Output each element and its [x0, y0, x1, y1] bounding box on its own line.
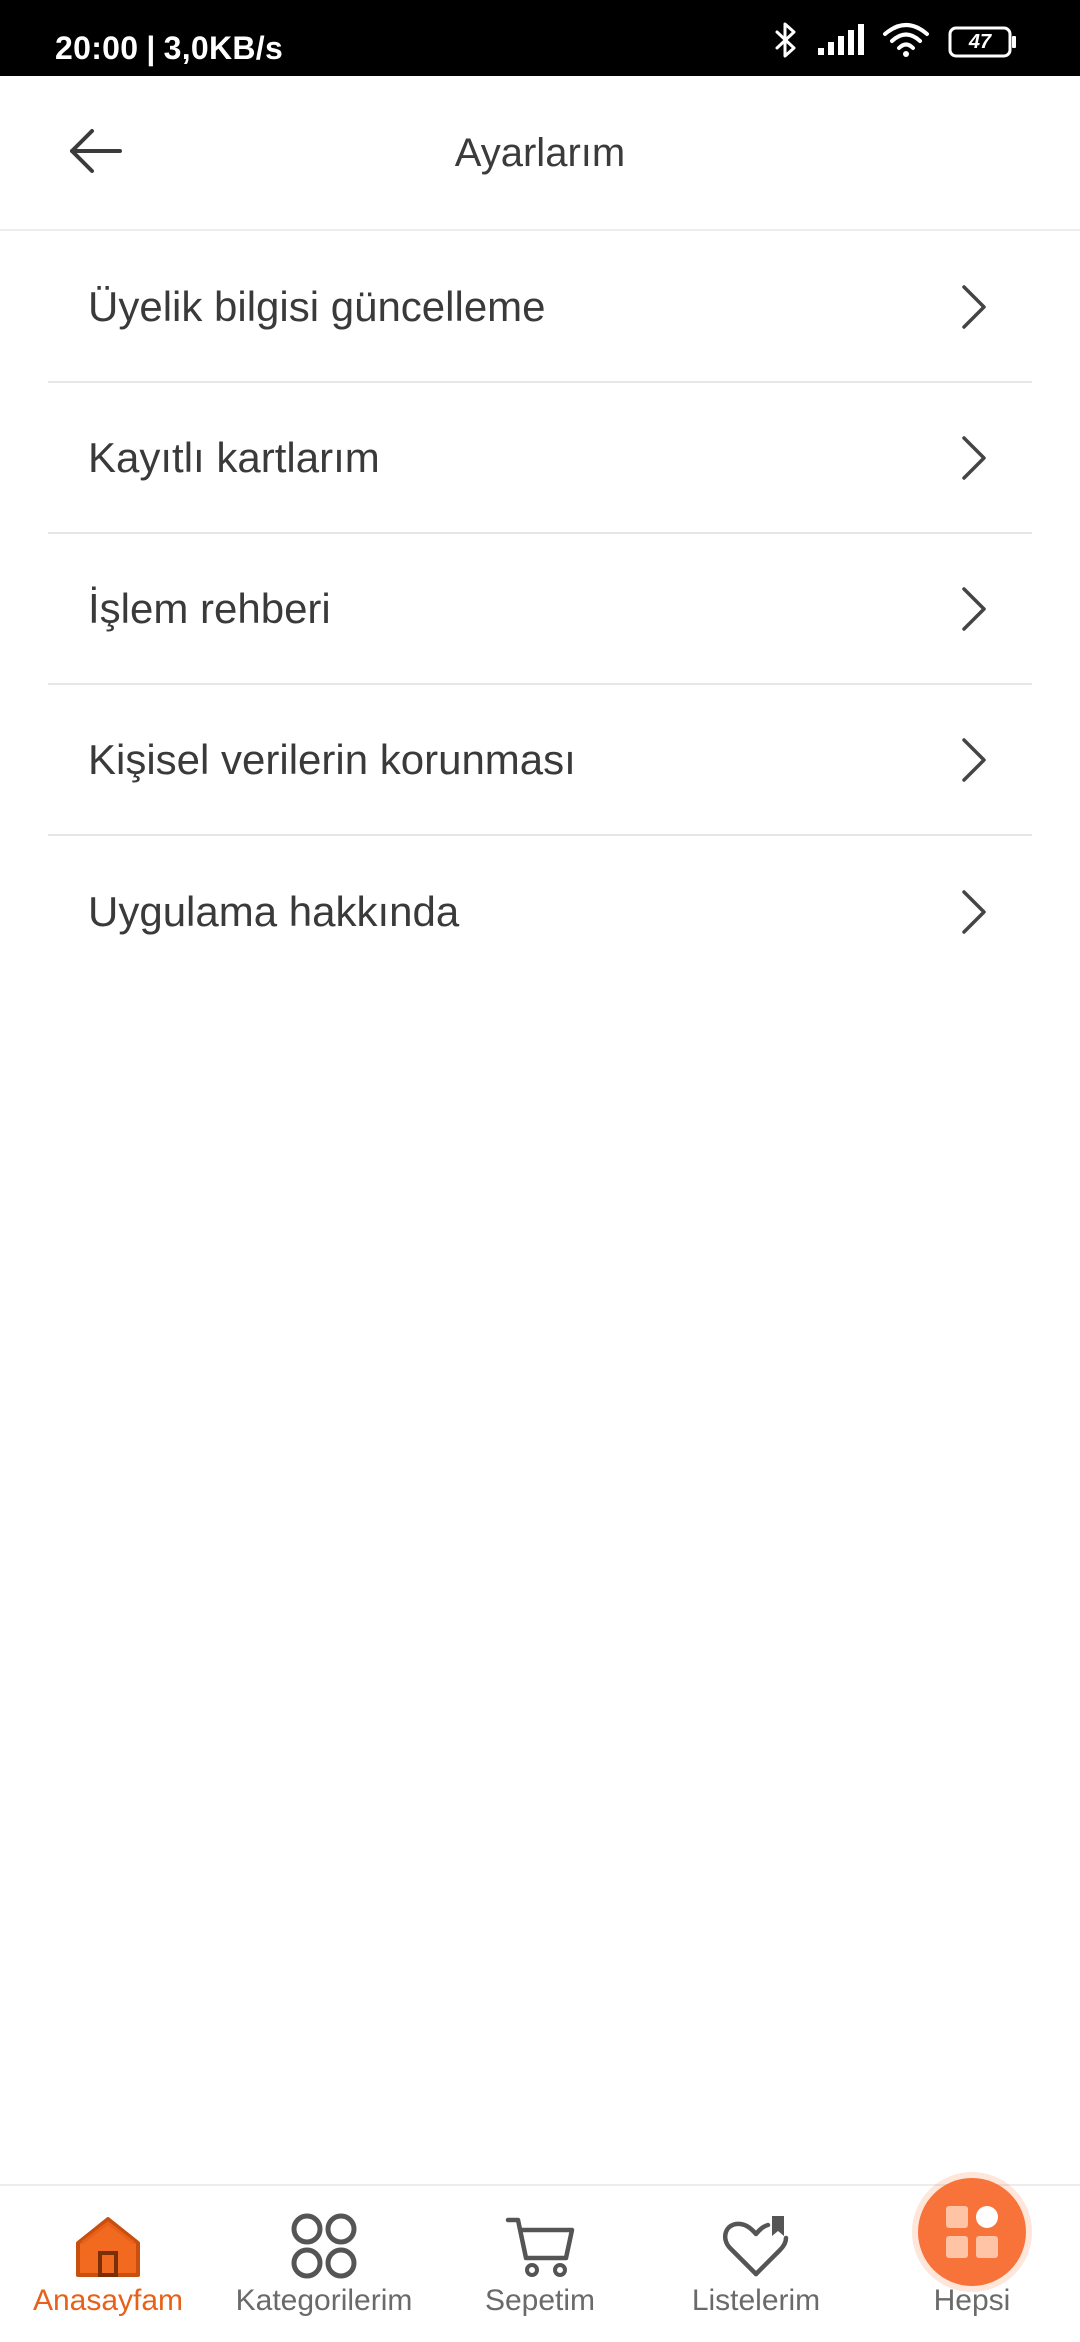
settings-item-saved-cards[interactable]: Kayıtlı kartlarım — [48, 383, 1032, 534]
status-separator: | — [146, 30, 155, 66]
categories-icon — [284, 2206, 364, 2286]
settings-item-label: Üyelik bilgisi güncelleme — [88, 283, 546, 331]
nav-item-cart[interactable]: Sepetim — [432, 2186, 648, 2342]
nav-label: Anasayfam — [0, 2284, 216, 2318]
chevron-right-icon — [958, 888, 988, 936]
network-speed: 3,0KB/s — [164, 30, 284, 66]
wifi-icon — [882, 22, 930, 63]
bluetooth-icon — [774, 21, 798, 64]
heart-list-icon — [716, 2206, 796, 2286]
settings-item-membership[interactable]: Üyelik bilgisi güncelleme — [48, 232, 1032, 383]
nav-label: Sepetim — [432, 2284, 648, 2318]
battery-level: 47 — [948, 26, 1012, 58]
page-title: Ayarlarım — [0, 76, 1080, 231]
back-button[interactable] — [60, 122, 132, 184]
status-icons: 47 — [774, 22, 1018, 62]
chevron-right-icon — [958, 585, 988, 633]
settings-item-transaction-guide[interactable]: İşlem rehberi — [48, 534, 1032, 685]
chevron-right-icon — [958, 283, 988, 331]
nav-label: Hepsi — [864, 2284, 1080, 2318]
settings-item-label: Uygulama hakkında — [88, 888, 459, 936]
settings-item-label: İşlem rehberi — [88, 585, 331, 633]
signal-icon — [816, 24, 864, 61]
status-bar: 20:00|3,0KB/s — [0, 0, 1080, 76]
arrow-left-icon — [68, 127, 124, 180]
settings-item-label: Kayıtlı kartlarım — [88, 434, 380, 482]
app-header: Ayarlarım — [0, 76, 1080, 231]
settings-item-data-protection[interactable]: Kişisel verilerin korunması — [48, 685, 1032, 836]
grid-apps-icon — [918, 2178, 1026, 2286]
nav-label: Kategorilerim — [216, 2284, 432, 2318]
settings-item-label: Kişisel verilerin korunması — [88, 736, 576, 784]
nav-item-categories[interactable]: Kategorilerim — [216, 2186, 432, 2342]
nav-item-all[interactable]: Hepsi — [864, 2186, 1080, 2342]
status-time: 20:00 — [55, 30, 138, 66]
bottom-nav: Anasayfam Kategorilerim Sepetim — [0, 2184, 1080, 2340]
home-icon — [68, 2206, 148, 2286]
status-left: 20:00|3,0KB/s — [55, 0, 283, 76]
settings-list: Üyelik bilgisi güncelleme Kayıtlı kartla… — [48, 232, 1032, 987]
chevron-right-icon — [958, 434, 988, 482]
battery-icon: 47 — [948, 26, 1018, 58]
nav-label: Listelerim — [648, 2284, 864, 2318]
chevron-right-icon — [958, 736, 988, 784]
settings-item-about-app[interactable]: Uygulama hakkında — [48, 836, 1032, 987]
cart-icon — [500, 2206, 580, 2286]
nav-item-lists[interactable]: Listelerim — [648, 2186, 864, 2342]
nav-item-home[interactable]: Anasayfam — [0, 2186, 216, 2342]
